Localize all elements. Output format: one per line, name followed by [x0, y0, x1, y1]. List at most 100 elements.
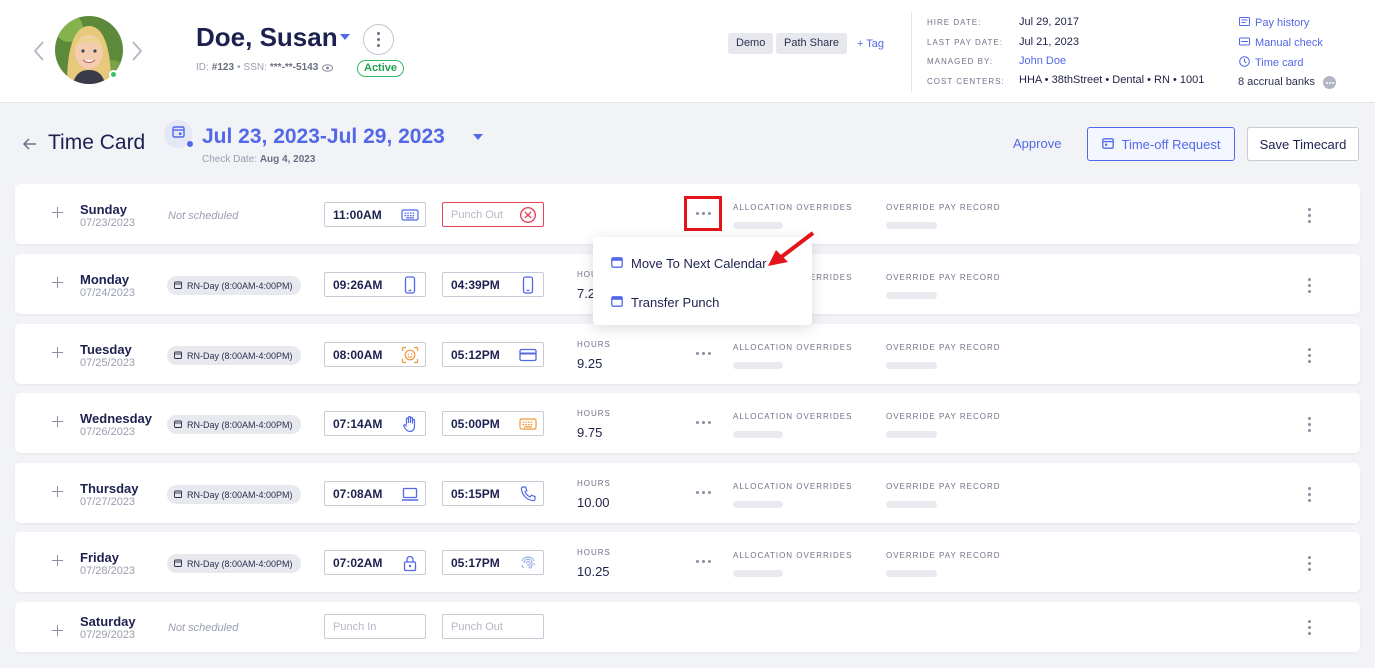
row-actions-button[interactable]	[696, 352, 711, 355]
row-more-vertical-icon[interactable]	[1308, 208, 1311, 223]
row-more-vertical-icon[interactable]	[1308, 487, 1311, 502]
row-more-vertical-icon[interactable]	[1308, 620, 1311, 635]
allocation-overrides-label: ALLOCATION OVERRIDES	[733, 482, 853, 491]
shift-pill[interactable]: RN-Day (8:00AM-4:00PM)	[167, 346, 301, 365]
tag-path-share[interactable]: Path Share	[776, 33, 848, 54]
employee-switch-caret-icon[interactable]	[340, 34, 350, 40]
day-name: Monday	[80, 272, 130, 287]
cost-centers-value: HHA • 38thStreet • Dental • RN • 1001	[1019, 74, 1205, 86]
phone-icon	[519, 485, 537, 503]
punch-out-value: 05:15PM	[451, 486, 500, 501]
calendar-icon	[1101, 137, 1114, 152]
day-date: 07/27/2023	[80, 496, 136, 508]
day-date: 07/23/2023	[80, 217, 136, 229]
row-actions-button[interactable]	[696, 421, 711, 424]
expand-plus-icon[interactable]	[52, 207, 63, 218]
employee-name: Doe, Susan	[196, 22, 338, 52]
employee-header: Doe, Susan ID: #123 • SSN: ***-**-5143 A…	[0, 0, 1375, 103]
punch-out-field[interactable]: 05:17PM	[442, 550, 544, 575]
allocation-overrides-placeholder	[733, 222, 783, 229]
punch-in-field[interactable]: 07:02AM	[324, 550, 426, 575]
expand-plus-icon[interactable]	[52, 625, 63, 636]
tag-demo[interactable]: Demo	[728, 33, 774, 54]
row-more-vertical-icon[interactable]	[1308, 556, 1311, 571]
override-pay-record-label: OVERRIDE PAY RECORD	[886, 482, 1001, 491]
allocation-overrides-label: ALLOCATION OVERRIDES	[733, 412, 853, 421]
punch-in-field[interactable]: 07:14AM	[324, 411, 426, 436]
shift-pill[interactable]: RN-Day (8:00AM-4:00PM)	[167, 415, 301, 434]
pay-period-caret-icon[interactable]	[473, 134, 483, 140]
punch-in-field[interactable]: 11:00AM	[324, 202, 426, 227]
previous-employee-icon[interactable]	[33, 40, 45, 62]
shift-pill[interactable]: RN-Day (8:00AM-4:00PM)	[167, 276, 301, 295]
more-vertical-icon	[377, 32, 380, 47]
day-date: 07/26/2023	[80, 426, 136, 438]
override-pay-record-label: OVERRIDE PAY RECORD	[886, 343, 1001, 352]
pay-history-link[interactable]: Pay history	[1239, 16, 1309, 30]
punch-in-value: 07:02AM	[333, 555, 383, 570]
managed-by-link[interactable]: John Doe	[1019, 55, 1066, 67]
punch-out-placeholder: Punch Out	[451, 208, 503, 221]
employee-actions-button[interactable]	[363, 24, 394, 55]
header-divider	[911, 12, 912, 92]
expand-plus-icon[interactable]	[52, 277, 63, 288]
punch-in-value: 08:00AM	[333, 347, 383, 362]
punch-in-placeholder: Punch In	[333, 620, 377, 633]
hire-date-value: Jul 29, 2017	[1019, 16, 1079, 28]
day-name: Wednesday	[80, 411, 153, 426]
punch-in-value: 07:08AM	[333, 486, 383, 501]
ssn-label: SSN:	[243, 62, 267, 73]
accrual-more-button[interactable]	[1323, 76, 1336, 89]
punch-in-field[interactable]: 08:00AM	[324, 342, 426, 367]
punch-out-value: 05:17PM	[451, 555, 500, 570]
expand-plus-icon[interactable]	[52, 555, 63, 566]
punch-in-field[interactable]: 09:26AM	[324, 272, 426, 297]
row-actions-button[interactable]	[696, 212, 711, 215]
shift-pill[interactable]: RN-Day (8:00AM-4:00PM)	[167, 554, 301, 573]
save-timecard-button[interactable]: Save Timecard	[1247, 127, 1359, 161]
punch-out-field[interactable]: Punch Out	[442, 202, 544, 227]
row-more-vertical-icon[interactable]	[1308, 348, 1311, 363]
shift-pill[interactable]: RN-Day (8:00AM-4:00PM)	[167, 485, 301, 504]
error-circle-icon[interactable]	[519, 206, 537, 224]
manual-check-link[interactable]: Manual check	[1239, 36, 1323, 50]
time-card-label: Time card	[1255, 57, 1304, 69]
card-icon	[519, 346, 537, 364]
expand-plus-icon[interactable]	[52, 486, 63, 497]
punch-out-field[interactable]: 05:00PM	[442, 411, 544, 436]
row-more-vertical-icon[interactable]	[1308, 417, 1311, 432]
not-scheduled-text: Not scheduled	[168, 622, 239, 634]
approve-button[interactable]: Approve	[1013, 136, 1061, 151]
punch-in-field[interactable]: 07:08AM	[324, 481, 426, 506]
day-date: 07/25/2023	[80, 357, 136, 369]
move-to-next-calendar-item[interactable]: Move To Next Calendar	[611, 256, 767, 271]
ssn-value: ***-**-5143	[269, 62, 319, 73]
pay-period-title[interactable]: Jul 23, 2023-Jul 29, 2023	[202, 125, 445, 149]
back-arrow-icon[interactable]	[22, 136, 38, 152]
eye-icon[interactable]	[322, 63, 334, 72]
row-more-vertical-icon[interactable]	[1308, 278, 1311, 293]
punch-out-field[interactable]: 05:12PM	[442, 342, 544, 367]
punch-out-field[interactable]: 04:39PM	[442, 272, 544, 297]
lock-icon	[401, 554, 419, 572]
next-employee-icon[interactable]	[131, 40, 143, 62]
punch-in-field[interactable]: Punch In	[324, 614, 426, 639]
time-off-request-button[interactable]: Time-off Request	[1087, 127, 1235, 161]
punch-out-field[interactable]: Punch Out	[442, 614, 544, 639]
keyboard-icon	[519, 415, 537, 433]
add-tag-button[interactable]: + Tag	[857, 38, 884, 50]
punch-out-field[interactable]: 05:15PM	[442, 481, 544, 506]
row-actions-button[interactable]	[696, 560, 711, 563]
day-row-wednesday: Wednesday 07/26/2023 RN-Day (8:00AM-4:00…	[15, 393, 1360, 453]
pay-history-label: Pay history	[1255, 17, 1310, 29]
allocation-overrides-placeholder	[733, 570, 783, 577]
expand-plus-icon[interactable]	[52, 416, 63, 427]
row-actions-button[interactable]	[696, 491, 711, 494]
expand-plus-icon[interactable]	[52, 347, 63, 358]
transfer-punch-item[interactable]: Transfer Punch	[611, 295, 719, 310]
allocation-overrides-label: ALLOCATION OVERRIDES	[733, 343, 853, 352]
time-card-link[interactable]: Time card	[1239, 56, 1304, 70]
shift-label: RN-Day (8:00AM-4:00PM)	[187, 419, 293, 430]
row-actions-menu: Move To Next Calendar Transfer Punch	[593, 237, 812, 325]
day-row-friday: Friday 07/28/2023 RN-Day (8:00AM-4:00PM)…	[15, 532, 1360, 592]
